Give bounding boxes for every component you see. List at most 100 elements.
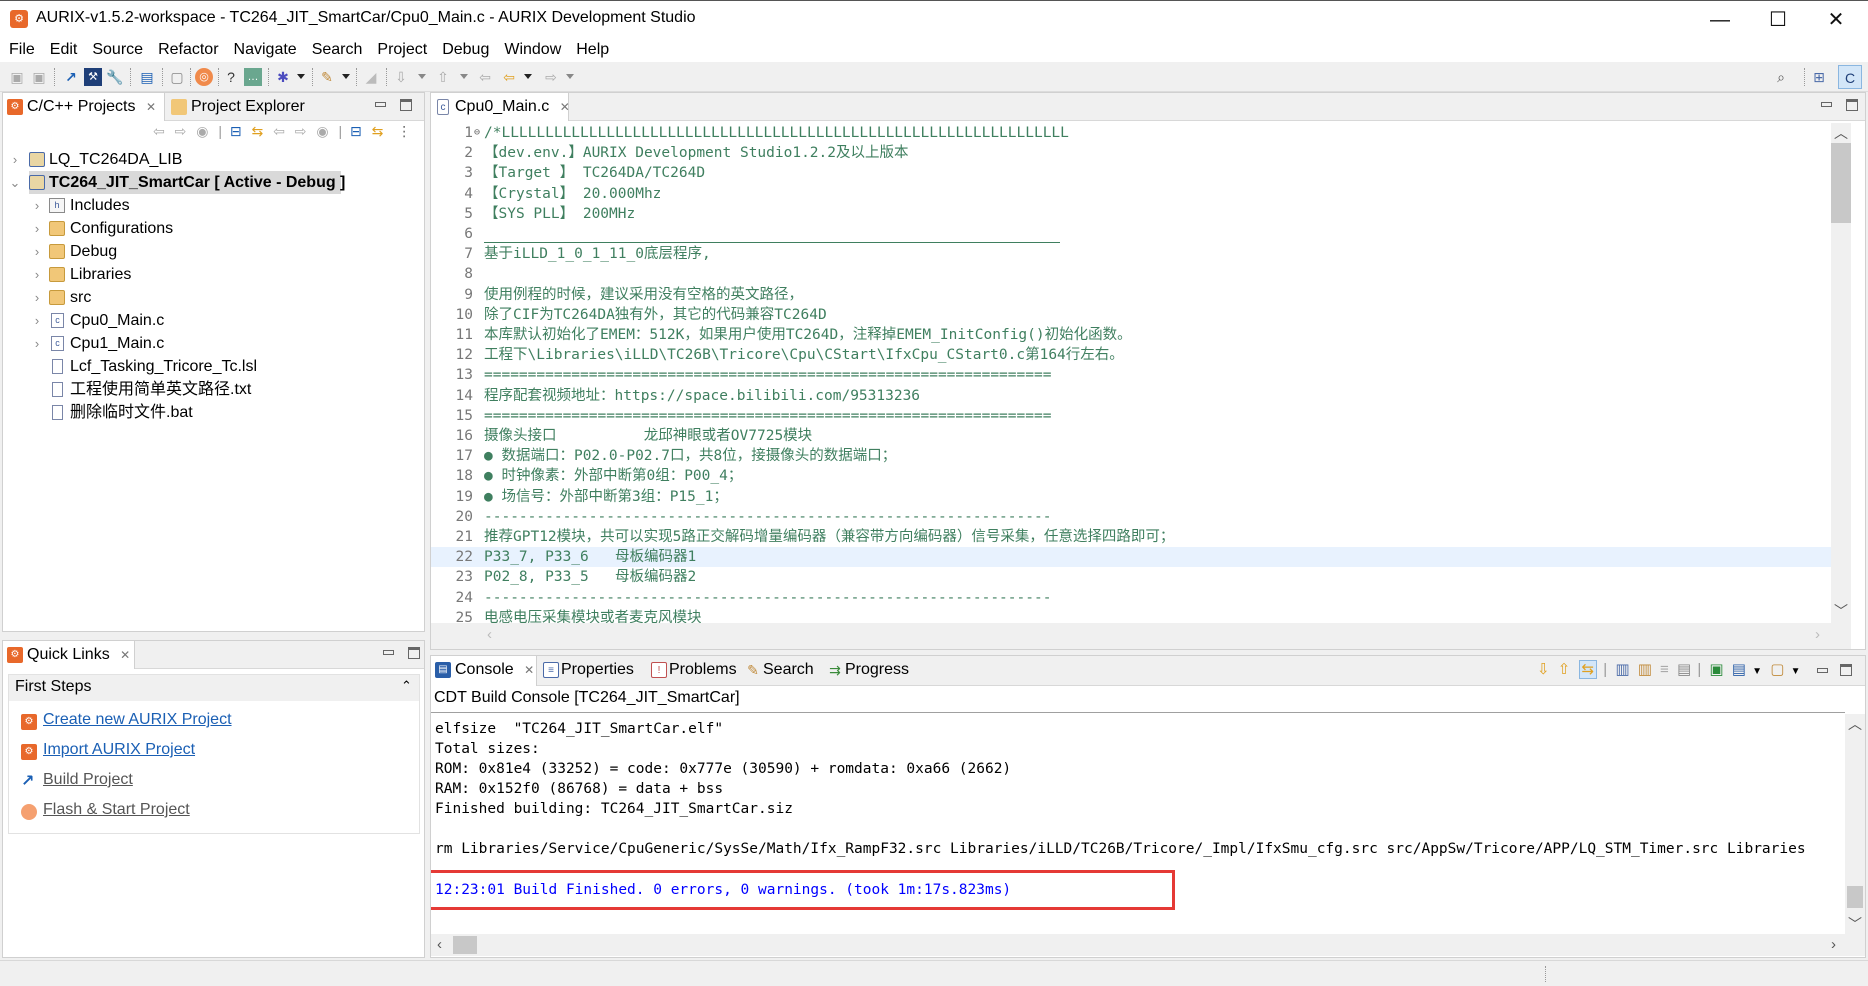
code-line[interactable]: 4 【Crystal】 20.000Mhz <box>431 184 1831 204</box>
scroll-right-icon[interactable]: › <box>1831 936 1836 953</box>
maximize-icon[interactable] <box>400 98 412 111</box>
console-horizontal-scrollbar[interactable]: ‹ › <box>431 934 1865 956</box>
code-line[interactable]: 14 程序配套视频地址：https://space.bilibili.com/95… <box>431 386 1831 406</box>
scroll-left-icon[interactable]: ‹ <box>437 936 442 953</box>
code-line[interactable]: 20 --------------------------------------… <box>431 507 1831 527</box>
tab-problems[interactable]: ! Problems <box>647 656 745 686</box>
code-line[interactable]: 1 ⊖/*LLLLLLLLLLLLLLLLLLLLLLLLLLLLLLLLLLLL… <box>431 123 1831 143</box>
tree-item[interactable]: › c Cpu1_Main.c <box>3 332 424 355</box>
chevron-right-icon[interactable]: › <box>31 332 43 355</box>
code-line[interactable]: 24 --------------------------------------… <box>431 588 1831 608</box>
menu-source[interactable]: Source <box>83 38 149 62</box>
wrench-icon[interactable]: 🔧 <box>106 68 124 86</box>
chevron-down-icon[interactable]: ⌄ <box>9 171 21 194</box>
menu-project[interactable]: Project <box>368 38 433 62</box>
code-line[interactable]: 15 ======================================… <box>431 406 1831 426</box>
code-line[interactable]: 6 <box>431 224 1831 244</box>
external-tools-icon[interactable]: ✎ <box>318 68 336 86</box>
scroll-up-icon[interactable]: ︿ <box>1831 123 1851 143</box>
back-dropdown-icon[interactable] <box>524 74 532 79</box>
scroll-down-icon[interactable]: ﹀ <box>1831 601 1851 621</box>
chat-icon[interactable]: … <box>244 68 262 86</box>
chevron-right-icon[interactable]: › <box>31 286 43 309</box>
tree-item[interactable]: 工程使用简单英文路径.txt <box>3 378 424 401</box>
scrollbar-thumb[interactable] <box>1831 143 1851 223</box>
tab-project-explorer[interactable]: Project Explorer <box>167 93 313 121</box>
close-icon[interactable]: ✕ <box>146 100 156 114</box>
help-icon[interactable]: ? <box>222 68 240 86</box>
tab-cpp-projects[interactable]: ⚙ C/C++ Projects ✕ <box>3 93 165 121</box>
scroll-down-icon[interactable]: ⇩ <box>1537 661 1550 678</box>
flash-start-link[interactable]: Flash & Start Project <box>43 801 190 819</box>
back-icon[interactable]: ⇦ <box>153 123 165 139</box>
lock-icon[interactable]: ▥ <box>1638 661 1652 678</box>
chevron-right-icon[interactable]: › <box>31 194 43 217</box>
create-project-link[interactable]: Create new AURIX Project <box>43 711 232 729</box>
forward-dropdown-icon[interactable] <box>566 74 574 79</box>
tab-progress[interactable]: ⇉ Progress <box>823 656 917 686</box>
import-project-link[interactable]: Import AURIX Project <box>43 741 195 759</box>
save-all-icon[interactable]: ▣ <box>30 68 48 86</box>
word-wrap-icon[interactable]: ≡ <box>1660 661 1669 678</box>
minimize-button[interactable]: — <box>1692 1 1748 39</box>
code-line[interactable]: 22 P33_7, P33_6 母板编码器1 <box>431 547 1831 568</box>
code-line[interactable]: 5 【SYS PLL】 200MHz <box>431 204 1831 224</box>
code-line[interactable]: 7 基于iLLD_1_0_1_11_0底层程序, <box>431 244 1831 264</box>
pin-icon[interactable]: ▣ <box>1709 661 1723 678</box>
next-annotation-icon[interactable]: ⇩ <box>392 68 410 86</box>
scroll-right-icon[interactable]: › <box>1815 626 1820 643</box>
menu-help[interactable]: Help <box>567 38 615 62</box>
code-line[interactable]: 3 【Target 】 TC264DA/TC264D <box>431 163 1831 183</box>
chevron-right-icon[interactable]: › <box>9 148 21 171</box>
minimize-icon[interactable] <box>1816 667 1828 673</box>
code-line[interactable]: 17 ● 数据端口：P02.0-P02.7口，共8位，接摄像头的数据端口； <box>431 446 1831 466</box>
collapse-icon[interactable]: ⌃ <box>401 678 412 694</box>
external-tools-dropdown-icon[interactable] <box>342 74 350 79</box>
link-icon[interactable]: ⇆ <box>1578 660 1598 679</box>
build-hammer-icon[interactable]: ↗ <box>62 68 80 86</box>
menu-window[interactable]: Window <box>495 38 567 62</box>
code-line[interactable]: 23 P02_8, P33_5 母板编码器2 <box>431 567 1831 587</box>
new-console-dropdown-icon[interactable]: ▼ <box>1791 666 1801 677</box>
close-icon[interactable]: ✕ <box>120 648 130 662</box>
scroll-left-icon[interactable]: ‹ <box>487 626 492 643</box>
tree-item[interactable]: › src <box>3 286 424 309</box>
code-line[interactable]: 21 推荐GPT12模块，共可以实现5路正交解码增量编码器（兼容带方向编码器）信号… <box>431 527 1831 547</box>
tab-properties[interactable]: ≡ Properties <box>539 656 642 686</box>
minimize-icon[interactable] <box>375 102 386 108</box>
scrollbar-thumb[interactable] <box>453 936 477 954</box>
link-with-editor-icon[interactable]: ⇆ <box>372 123 384 139</box>
debug-bug-icon[interactable]: ✱ <box>274 68 292 86</box>
console-vertical-scrollbar[interactable]: ︿ ﹀ <box>1845 714 1865 934</box>
code-line[interactable]: 11 本库默认初始化了EMEM：512K，如果用户使用TC264D，注释掉EMEM… <box>431 325 1831 345</box>
maximize-icon[interactable] <box>1846 98 1858 111</box>
back-icon[interactable]: ⇦ <box>273 123 285 139</box>
section-header[interactable]: First Steps ⌃ <box>9 675 419 701</box>
up-icon[interactable]: ◉ <box>316 123 328 139</box>
chevron-right-icon[interactable]: › <box>31 217 43 240</box>
scroll-up-icon[interactable]: ⇧ <box>1558 661 1571 678</box>
new-console-icon[interactable]: ▢ <box>1770 661 1784 678</box>
console-icon[interactable]: ▤ <box>138 68 156 86</box>
open-perspective-icon[interactable]: ⊞ <box>1810 68 1828 86</box>
console-output[interactable]: elfsize "TC264_JIT_SmartCar.elf" Total si… <box>431 714 1845 934</box>
back-history-icon[interactable]: ⇦ <box>476 68 494 86</box>
chevron-right-icon[interactable]: › <box>31 263 43 286</box>
editor-vertical-scrollbar[interactable]: ︿ ﹀ <box>1831 123 1851 623</box>
maximize-button[interactable]: ☐ <box>1750 1 1806 39</box>
code-line[interactable]: 2 【dev.env.】AURIX Development Studio1.2.2… <box>431 143 1831 163</box>
display-console-dropdown-icon[interactable]: ▼ <box>1752 666 1762 677</box>
search-icon[interactable]: ⌕ <box>1772 68 1790 86</box>
tree-item[interactable]: › Configurations <box>3 217 424 240</box>
code-line[interactable]: 16 摄像头接口 龙邱神眼或者OV7725模块 <box>431 426 1831 446</box>
menu-search[interactable]: Search <box>303 38 369 62</box>
code-line[interactable]: 10 除了CIF为TC264DA独有外，其它的代码兼容TC264D <box>431 305 1831 325</box>
build-project-link[interactable]: Build Project <box>43 771 133 789</box>
close-icon[interactable]: ✕ <box>560 100 570 114</box>
collapse-all-icon[interactable]: ⊟ <box>230 123 242 139</box>
menu-file[interactable]: File <box>0 38 41 62</box>
code-line[interactable]: 25 电感电压采集模块或者麦克风模块 <box>431 608 1831 623</box>
next-annotation-dropdown-icon[interactable] <box>418 74 426 79</box>
tab-cpu0-main[interactable]: c Cpu0_Main.c ✕ <box>431 93 570 121</box>
tree-item[interactable]: › h Includes <box>3 194 424 217</box>
